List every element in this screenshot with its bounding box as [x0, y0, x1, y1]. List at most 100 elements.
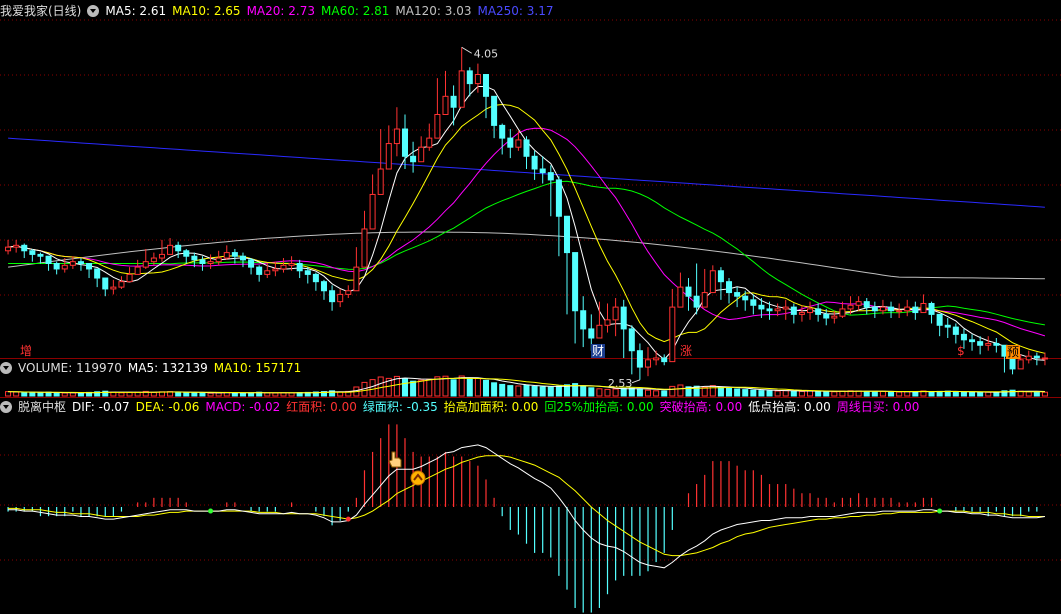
marker-rise[interactable]: 涨: [680, 344, 692, 358]
candle-down: [766, 308, 773, 312]
candle-up: [69, 261, 76, 266]
volume-bar: [839, 390, 846, 397]
panel-collapse-icon[interactable]: [87, 5, 100, 17]
volume-bar: [750, 389, 757, 397]
volume-bar: [717, 386, 724, 397]
candle-down: [482, 74, 490, 97]
panel-collapse-icon[interactable]: [0, 362, 12, 374]
candle-down: [29, 250, 36, 255]
candle-up: [142, 261, 149, 268]
breakout-value: 突破抬高: 0.00: [659, 400, 743, 414]
volume-bar: [288, 392, 295, 397]
volume-bar: [175, 391, 182, 397]
volume-bar: [758, 390, 765, 397]
volume-bar: [653, 390, 660, 397]
volume-bar: [669, 385, 676, 397]
volume-bar: [645, 389, 652, 397]
volume-bar: [539, 386, 546, 397]
candle-down: [572, 252, 579, 312]
candle-up: [904, 306, 911, 312]
candle-up: [596, 324, 603, 339]
candle-up: [426, 137, 433, 148]
candle-down: [53, 262, 60, 270]
candle-down: [693, 295, 700, 308]
volume-bar: [248, 392, 255, 397]
volume-bar: [491, 382, 498, 397]
volume-value: VOLUME: 119970: [18, 361, 122, 375]
candle-up: [361, 228, 368, 268]
candle-up: [807, 308, 814, 314]
volume-bar: [879, 390, 886, 397]
candle-down: [628, 328, 635, 352]
volume-bar: [766, 390, 773, 397]
candle-down: [304, 270, 311, 275]
candle-down: [563, 215, 571, 254]
candle-down: [86, 262, 93, 270]
candle-down: [726, 281, 733, 294]
marker-dollar[interactable]: $: [957, 344, 965, 358]
volume-bar: [993, 391, 1000, 397]
candle-down: [936, 313, 943, 326]
candle-up: [223, 252, 230, 259]
candle-down: [296, 262, 303, 272]
candle-down: [1033, 355, 1040, 359]
dif-value: DIF: -0.07: [72, 400, 130, 414]
ma20-value: MA20: 2.73: [246, 4, 315, 18]
volume-bar: [239, 392, 246, 397]
candle-up: [669, 306, 676, 363]
signal-dot: [345, 516, 351, 522]
candle-down: [102, 277, 109, 290]
candle-up: [353, 266, 360, 292]
volume-bar: [77, 392, 84, 397]
candle-up: [150, 257, 157, 263]
volume-bar: [628, 387, 635, 397]
candle-up: [369, 193, 376, 230]
volume-bar: [896, 391, 903, 397]
candle-down: [734, 292, 741, 297]
candle-down: [539, 168, 546, 174]
volume-bar: [515, 385, 522, 397]
candle-up: [345, 290, 352, 295]
candle-down: [175, 244, 182, 252]
candle-up: [831, 315, 838, 319]
candle-down: [507, 137, 514, 148]
dea-value: DEA: -0.06: [135, 400, 200, 414]
marker-forecast[interactable]: 预: [1006, 345, 1021, 359]
candle-up: [782, 306, 789, 310]
candle-down: [239, 255, 246, 261]
volume-bar: [604, 388, 611, 397]
volume-bar: [726, 387, 733, 397]
candle-down: [823, 313, 830, 319]
volume-bar: [928, 391, 935, 397]
marker-increase[interactable]: 增: [20, 344, 32, 358]
candle-down: [750, 299, 757, 306]
candle-up: [118, 281, 125, 288]
candle-down: [758, 304, 765, 310]
price-panel-header: 我爱我家(日线) MA5: 2.61 MA10: 2.65 MA20: 2.73 MA6…: [0, 3, 560, 19]
ma10-value: MA10: 2.65: [172, 4, 241, 18]
volume-bar: [555, 385, 562, 397]
candle-down: [410, 155, 417, 163]
volume-bar: [952, 391, 959, 397]
volume-bar: [377, 376, 384, 397]
volume-ma5: MA5: 132139: [127, 361, 208, 375]
chart-canvas: 4.052.53: [0, 19, 1061, 613]
candle-up: [385, 143, 392, 170]
volume-bar: [418, 379, 425, 397]
panel-collapse-icon[interactable]: [0, 401, 12, 413]
volume-bar: [831, 391, 838, 397]
volume-bar: [523, 384, 530, 397]
volume-bar: [547, 386, 554, 397]
volume-bar: [531, 385, 538, 397]
candle-down: [547, 172, 554, 181]
green-area-value: 绿面积: -0.35: [362, 400, 438, 414]
volume-bar: [126, 391, 133, 397]
marker-finance[interactable]: 财: [591, 344, 606, 358]
volume-bar: [183, 392, 190, 397]
ma250-value: MA250: 3.17: [477, 4, 554, 18]
candle-up: [645, 359, 652, 368]
volume-bar: [790, 390, 797, 397]
candle-down: [499, 124, 506, 139]
candle-down: [199, 259, 206, 264]
volume-bar: [507, 385, 514, 397]
